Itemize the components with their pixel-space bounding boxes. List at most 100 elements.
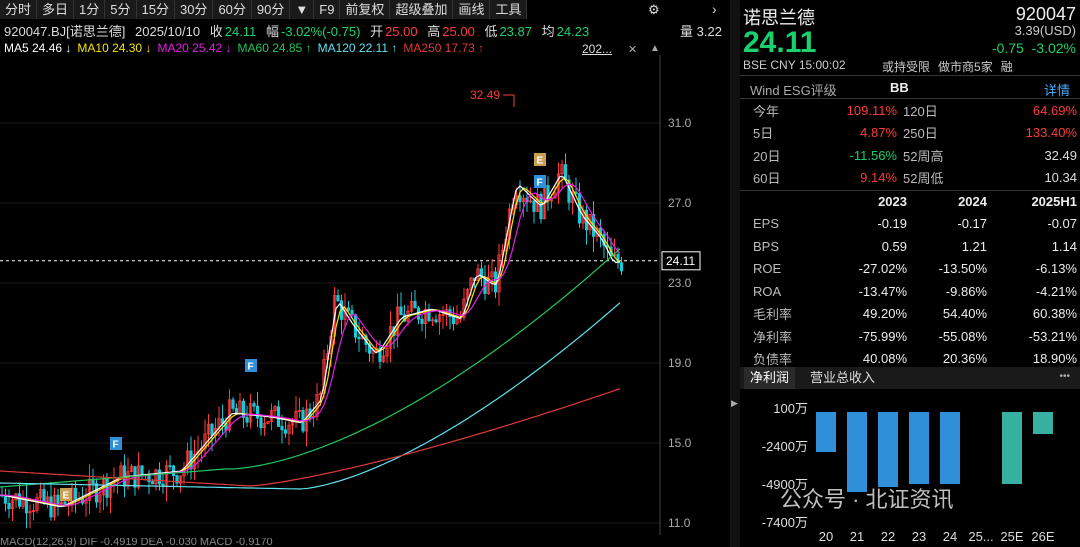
stock-code: 920047 (1015, 4, 1076, 24)
exchange-line: BSE CNY 15:00:02 (743, 58, 846, 72)
period-toolbar: 分时 多日 1分 5分 15分 30分 60分 90分 ▼ F9 前复权 超级叠加 画线 工具 (0, 0, 736, 19)
net-profit-bar (816, 412, 836, 452)
peak-label: 32.49 (470, 88, 500, 102)
usd-price: 3.39(USD) (1014, 23, 1076, 38)
toolbar-item[interactable]: 30分 (174, 0, 214, 19)
bar-x-label: 23 (912, 529, 926, 544)
quote-date: 2025/10/10 (135, 24, 201, 39)
tab-net-profit[interactable]: 净利润 (744, 367, 796, 389)
panel-divider[interactable]: ▶ (730, 0, 740, 547)
perf-row: 5日 4.87% 250日 133.40% (753, 125, 1077, 142)
event-badge-label: E (63, 491, 70, 502)
event-badge-label: F (248, 362, 254, 373)
bar-x-label: 20 (819, 529, 833, 544)
perf-row: 20日 -11.56% 52周高 32.49 (753, 147, 1077, 164)
moving-average-legend: MA5 24.46 ↓ MA10 24.30 ↓ MA20 25.42 ↓ MA60 … (4, 41, 490, 55)
toolbar-item[interactable]: 5分 (105, 0, 137, 19)
more-icon[interactable]: ••• (1059, 371, 1070, 382)
perf-row: 今年 109.11% 120日 64.69% (753, 102, 1077, 119)
y-tick-label: 27.0 (668, 196, 692, 210)
toolbar-item[interactable]: 工具 (490, 0, 528, 19)
y-tick-label: 11.0 (668, 516, 691, 530)
net-profit-bar (940, 412, 960, 484)
esg-rating: BB (890, 80, 909, 95)
event-badge-label: F (537, 178, 543, 189)
ma-legend-item: MA5 24.46 ↓ (4, 41, 72, 55)
change-line: -0.75 -3.02% (991, 40, 1076, 56)
y-tick-label: 31.0 (668, 116, 692, 130)
toolbar-item[interactable]: 60分 (213, 0, 252, 19)
ma5-line (0, 175, 621, 508)
ma-legend-item: MA20 25.42 ↓ (157, 41, 232, 55)
ma-legend-item: MA120 22.11 ↑ (317, 41, 398, 55)
watermark-text: 公众号 · 北证资讯 (780, 487, 954, 512)
fin-row: EPS -0.19 -0.17 -0.07 (753, 216, 1077, 232)
toolbar-item[interactable]: 画线 (453, 0, 491, 19)
event-badge-label: E (537, 156, 544, 167)
fin-row: ROA -13.47% -9.86% -4.21% (753, 283, 1077, 299)
ma-more-link[interactable]: 202... (582, 42, 612, 56)
toolbar-item[interactable]: 分时 (0, 0, 38, 19)
current-price-label: 24.11 (666, 254, 695, 268)
toolbar-item[interactable]: 90分 (251, 0, 291, 19)
fin-row: 毛利率 49.20% 54.40% 60.38% (753, 306, 1077, 323)
toolbar-item[interactable]: 多日 (37, 0, 75, 19)
stock-info-panel: 诺思兰德 920047 24.11 3.39(USD) -0.75 -3.02%… (740, 0, 1080, 547)
performance-table: 今年 109.11% 120日 64.69% 5日 4.87% 250日 133.40% 20日… (750, 99, 1080, 189)
ma120-line (0, 302, 621, 490)
tag-list: 或持受限 做市商5家融 (882, 58, 1021, 75)
last-price: 24.11 (743, 26, 817, 59)
volume-label: 量 3.22 (680, 24, 722, 39)
quote-info-bar: 920047.BJ[诺思兰德] 2025/10/10 收 24.11 幅 -3.02… (4, 24, 590, 39)
bar-y-label: -2400万 (762, 439, 808, 454)
security-code: 920047.BJ[诺思兰德] (4, 24, 126, 39)
y-tick-label: 15.0 (668, 436, 692, 450)
gear-icon[interactable]: ⚙ (648, 0, 660, 19)
chevron-up-icon[interactable]: ▲ (650, 43, 660, 54)
bar-x-label: 25E (1000, 529, 1023, 544)
tab-revenue[interactable]: 营业总收入 (810, 367, 875, 389)
fin-header: 2023 2024 2025H1 (878, 193, 1077, 209)
toolbar-item[interactable]: F9 (314, 0, 341, 19)
esg-detail-link[interactable]: 详情 (1044, 80, 1070, 99)
indicator-strip: MACD(12,26,9) DIF -0.4919 DEA -0.030 MAC… (0, 538, 273, 547)
financial-table: 2023 2024 2025H1 EPS -0.19 -0.17 -0.07 BPS 0.59 1… (750, 190, 1080, 370)
y-tick-label: 19.0 (668, 356, 692, 370)
kline-chart[interactable]: 31.027.023.019.015.011.024.1132.49FFFEE (0, 55, 736, 535)
bar-x-label: 25... (968, 529, 993, 544)
tag-item: 做市商5家 (938, 60, 993, 74)
bar-x-label: 21 (850, 529, 864, 544)
ma-legend-item: MA60 24.85 ↑ (237, 41, 312, 55)
tag-item: 融 (1000, 60, 1013, 74)
net-profit-bar (1033, 412, 1053, 434)
bar-x-label: 26E (1031, 529, 1054, 544)
tag-item: 或持受限 (882, 60, 931, 74)
y-tick-label: 23.0 (668, 276, 692, 290)
fin-row: 净利率 -75.99% -55.08% -53.21% (753, 328, 1077, 345)
ma-legend-item: MA250 17.73 ↑ (403, 41, 485, 55)
ma10-line (0, 177, 621, 507)
toolbar-item[interactable]: 前复权 (340, 0, 391, 19)
bar-x-label: 22 (881, 529, 895, 544)
net-profit-bar-chart: 100万-2400万-4900万-7400万20 21 22 23 24 25... 25E… (762, 401, 1055, 544)
toolbar-item[interactable]: 15分 (136, 0, 175, 19)
event-badge-label: F (113, 440, 119, 451)
net-profit-bar (909, 412, 929, 484)
fin-row: ROE -27.02% -13.50% -6.13% (753, 261, 1077, 277)
toolbar-item[interactable]: 1分 (74, 0, 106, 19)
ma20-line (0, 183, 621, 506)
chevron-right-icon[interactable]: › (712, 0, 717, 19)
ma60-line (0, 248, 621, 488)
fin-row: BPS 0.59 1.21 1.14 (753, 238, 1077, 254)
net-profit-bar (847, 412, 867, 492)
bar-y-label: 100万 (773, 401, 808, 416)
toolbar-item[interactable]: 超级叠加 (390, 0, 454, 19)
bar-x-label: 24 (943, 529, 957, 544)
candles (0, 153, 624, 529)
ma-legend-item: MA10 24.30 ↓ (77, 41, 152, 55)
net-profit-bar (1002, 412, 1022, 484)
perf-row: 60日 9.14% 52周低 10.34 (753, 170, 1077, 187)
esg-label: Wind ESG评级 (750, 83, 837, 98)
bar-y-label: -7400万 (762, 515, 808, 530)
toolbar-item[interactable]: ▼ (290, 0, 315, 19)
